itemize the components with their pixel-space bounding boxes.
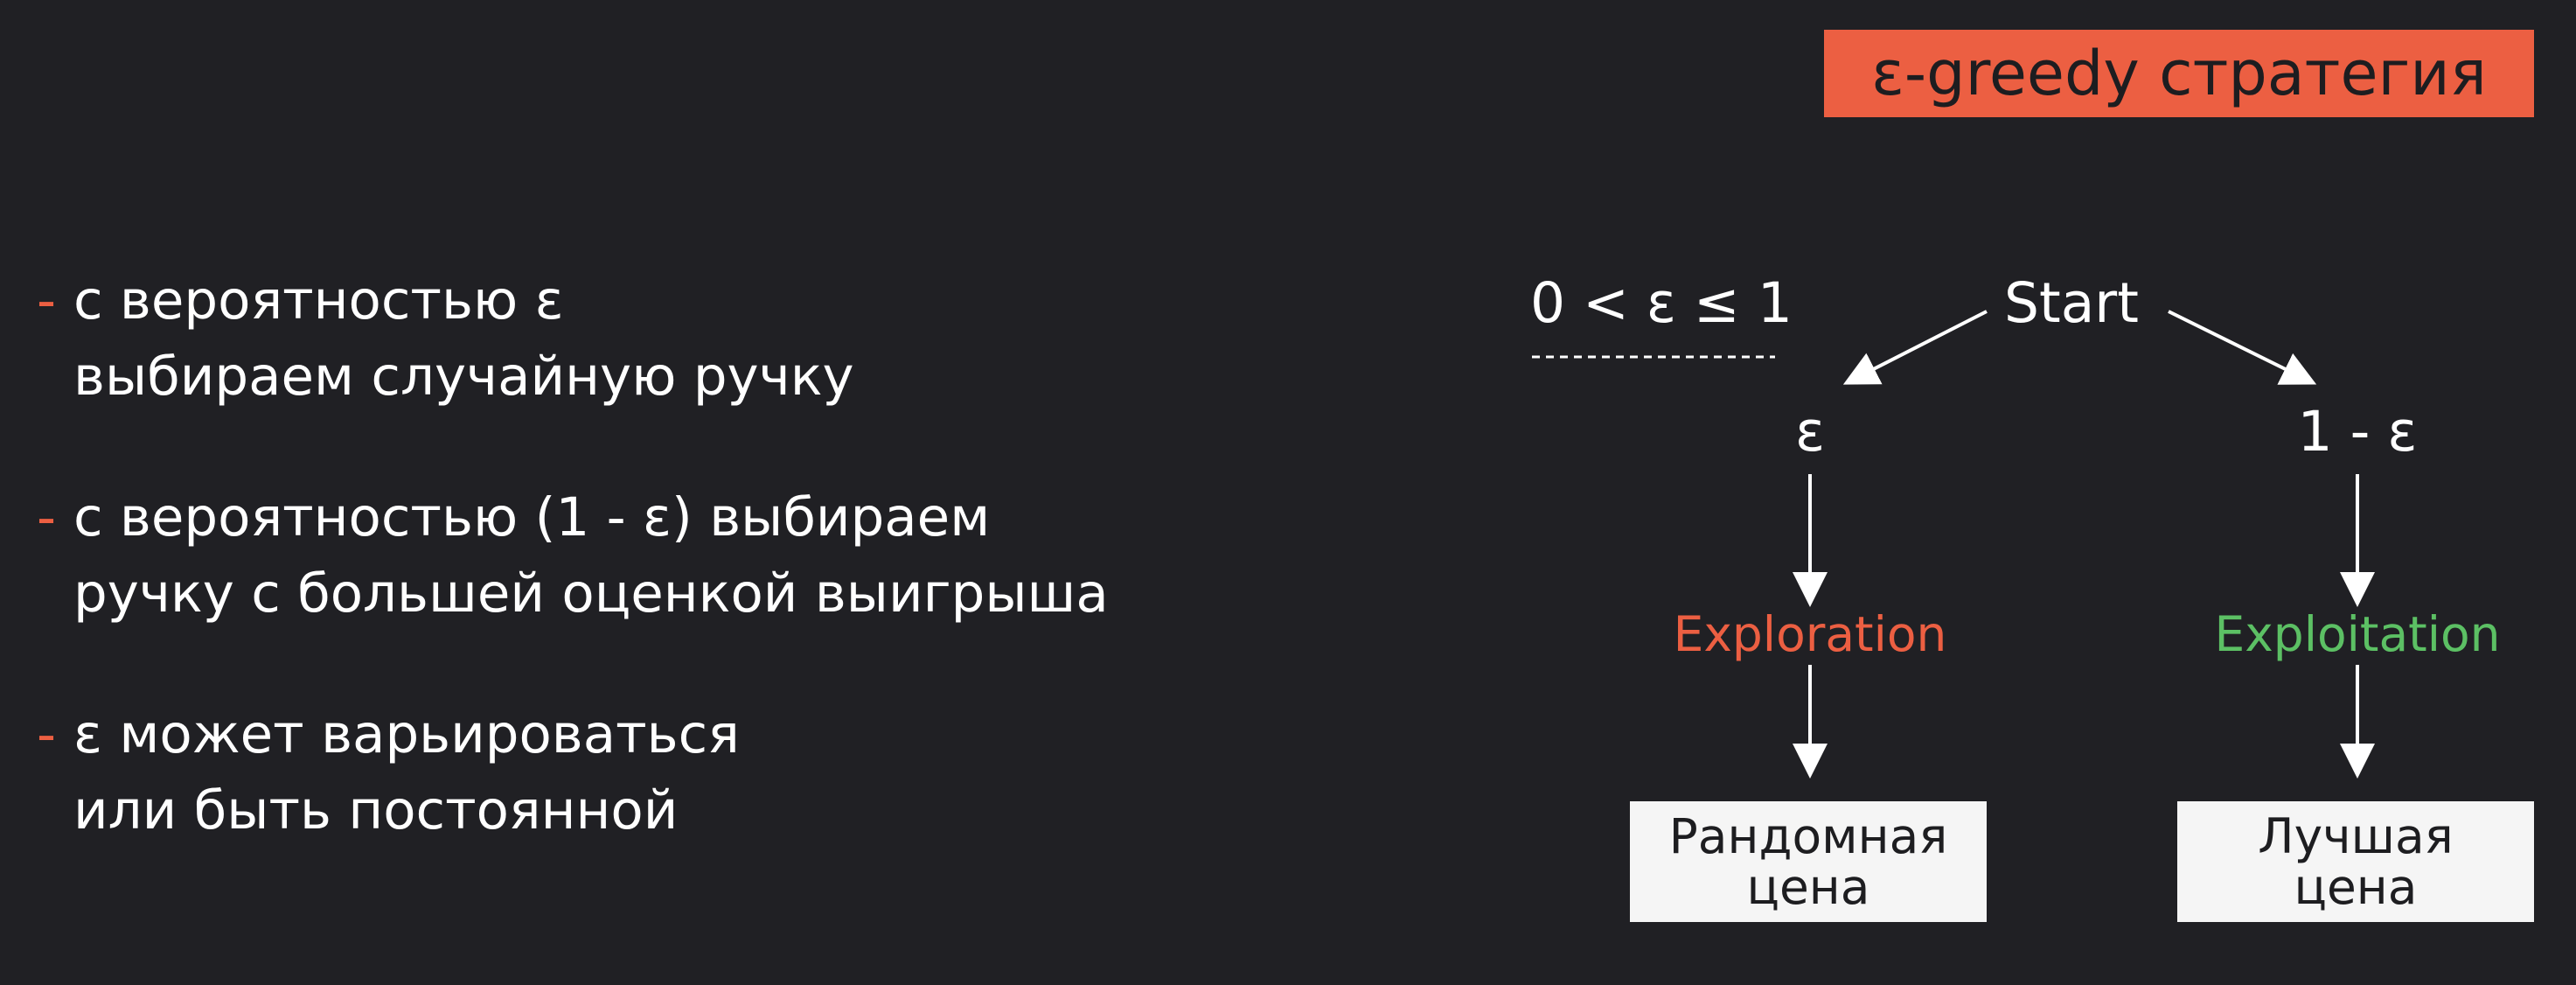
constraint-label: 0 < ε ≤ 1 bbox=[1530, 271, 1793, 335]
random-price-line2: цена bbox=[1746, 859, 1870, 915]
arrow-start-to-one-minus-epsilon bbox=[2168, 310, 2317, 385]
best-price-line2: цена bbox=[2294, 859, 2418, 915]
best-price-line1: Лучшая bbox=[2258, 808, 2454, 864]
random-price-line1: Рандомная bbox=[1668, 808, 1948, 864]
random-price-box: Рандомная цена bbox=[1630, 801, 1987, 922]
epsilon-branch-label: ε bbox=[1794, 400, 1826, 464]
start-node: Start bbox=[2004, 271, 2139, 335]
exploration-label: Exploration bbox=[1673, 606, 1947, 662]
best-price-box: Лучшая цена bbox=[2177, 801, 2534, 922]
exploitation-label: Exploitation bbox=[2214, 606, 2501, 662]
arrow-start-to-epsilon bbox=[1842, 310, 1988, 385]
one-minus-epsilon-branch-label: 1 - ε bbox=[2297, 400, 2418, 464]
